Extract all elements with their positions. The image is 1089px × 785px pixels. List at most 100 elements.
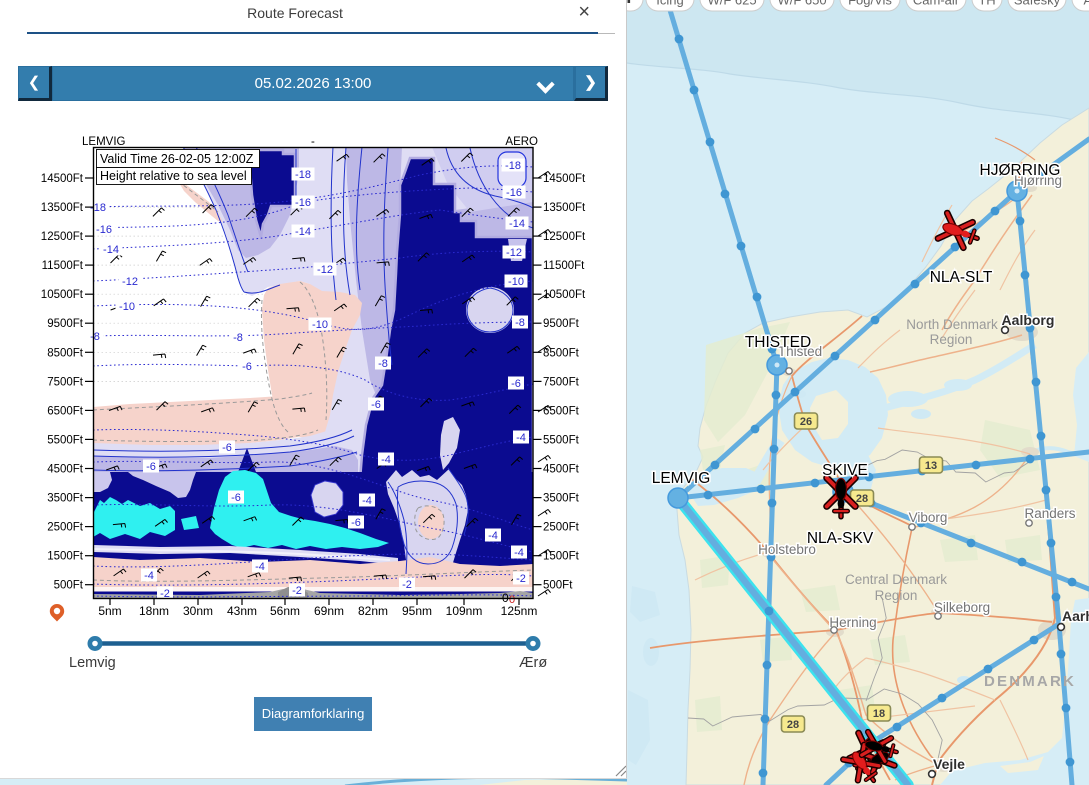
svg-text:-16: -16 [295, 197, 311, 209]
svg-text:W/F 625: W/F 625 [707, 0, 756, 8]
svg-text:28: 28 [787, 719, 799, 731]
svg-text:2500Ft: 2500Ft [47, 522, 84, 534]
svg-text:-14: -14 [509, 218, 525, 230]
svg-text:LEMVIG: LEMVIG [652, 470, 711, 487]
svg-text:-12: -12 [317, 264, 333, 276]
svg-text:-12: -12 [506, 247, 522, 259]
svg-text:-16: -16 [96, 224, 112, 236]
svg-text:2500Ft: 2500Ft [543, 522, 580, 534]
svg-text:North Denmark: North Denmark [906, 317, 998, 332]
svg-text:13500Ft: 13500Ft [543, 202, 586, 214]
svg-text:-: - [311, 136, 315, 148]
svg-text:28: 28 [856, 493, 868, 505]
svg-text:-8: -8 [90, 331, 100, 343]
svg-text:Vejle: Vejle [933, 756, 965, 772]
svg-text:14500Ft: 14500Ft [41, 173, 84, 185]
svg-text:-4: -4 [381, 454, 391, 466]
svg-text:-8: -8 [233, 332, 243, 344]
svg-text:-6: -6 [242, 361, 252, 373]
svg-text:Aalborg: Aalborg [1002, 312, 1055, 328]
svg-text:12500Ft: 12500Ft [543, 231, 586, 243]
svg-text:3500Ft: 3500Ft [47, 493, 84, 505]
svg-text:-16: -16 [506, 187, 522, 199]
svg-text:-12: -12 [122, 276, 138, 288]
svg-text:1500Ft: 1500Ft [543, 551, 580, 563]
svg-text:-10: -10 [312, 319, 328, 331]
svg-text:-18: -18 [505, 160, 521, 172]
svg-text:NLA-SLT: NLA-SLT [930, 269, 993, 286]
svg-text:5nm: 5nm [98, 604, 121, 618]
svg-text:5500Ft: 5500Ft [47, 434, 84, 446]
svg-text:13: 13 [925, 460, 937, 472]
svg-text:-4: -4 [516, 432, 526, 444]
svg-text:-4: -4 [255, 561, 265, 573]
svg-text:Region: Region [930, 332, 973, 347]
svg-text:Safesky: Safesky [1014, 0, 1061, 8]
svg-text:10500Ft: 10500Ft [41, 289, 84, 301]
svg-text:-8: -8 [378, 358, 388, 370]
svg-text:Aarhu: Aarhu [1062, 608, 1089, 624]
svg-text:30nm: 30nm [183, 604, 213, 618]
svg-text:Height relative to sea level: Height relative to sea level [100, 169, 247, 183]
svg-text:-2: -2 [292, 585, 302, 597]
svg-text:11500Ft: 11500Ft [42, 260, 84, 272]
svg-text:500Ft: 500Ft [543, 580, 573, 592]
svg-text:-10: -10 [119, 301, 135, 313]
svg-text:-18: -18 [295, 169, 311, 181]
svg-text:-6: -6 [146, 461, 156, 473]
svg-text:Region: Region [875, 588, 918, 603]
svg-text:-6: -6 [511, 378, 521, 390]
svg-text:-6: -6 [351, 517, 361, 529]
svg-text:18: 18 [873, 708, 885, 720]
svg-text:3500Ft: 3500Ft [543, 493, 580, 505]
svg-text:-4: -4 [362, 495, 372, 507]
svg-text:12500Ft: 12500Ft [41, 231, 84, 243]
svg-text:SKIVE: SKIVE [822, 462, 868, 479]
svg-text:THISTED: THISTED [745, 334, 811, 351]
svg-text:9500Ft: 9500Ft [47, 318, 84, 330]
svg-text:4500Ft: 4500Ft [47, 464, 84, 476]
svg-text:7500Ft: 7500Ft [47, 376, 84, 388]
svg-text:-10: -10 [508, 276, 524, 288]
svg-text:AERO: AERO [505, 136, 538, 148]
svg-text:43nm: 43nm [227, 604, 257, 618]
svg-text:-2: -2 [402, 579, 412, 591]
svg-text:56nm: 56nm [270, 604, 300, 618]
svg-text:-18: -18 [90, 202, 106, 214]
svg-text:14500Ft: 14500Ft [543, 173, 586, 185]
svg-text:18nm: 18nm [139, 604, 169, 618]
svg-text:6500Ft: 6500Ft [543, 405, 580, 417]
svg-text:Fog/Vis: Fog/Vis [848, 0, 892, 8]
svg-text:6500Ft: 6500Ft [47, 405, 84, 417]
svg-text:Silkeborg: Silkeborg [934, 600, 990, 615]
svg-text:5500Ft: 5500Ft [543, 434, 580, 446]
svg-text:TH: TH [978, 0, 995, 8]
svg-text:-4: -4 [144, 570, 154, 582]
svg-text:26: 26 [800, 416, 812, 428]
svg-text:-14: -14 [103, 244, 119, 256]
svg-text:8500Ft: 8500Ft [47, 347, 84, 359]
svg-text:95nm: 95nm [402, 604, 432, 618]
svg-text:13500Ft: 13500Ft [41, 202, 84, 214]
svg-text:8500Ft: 8500Ft [543, 347, 580, 359]
svg-text:Cam-air: Cam-air [913, 0, 960, 8]
svg-text:10500Ft: 10500Ft [543, 289, 586, 301]
svg-text:HJØRRING: HJØRRING [980, 162, 1061, 179]
svg-text:Viborg: Viborg [909, 510, 948, 525]
svg-text:-2: -2 [516, 573, 526, 585]
svg-text:1500Ft: 1500Ft [47, 551, 84, 563]
svg-text:W/F 650: W/F 650 [777, 0, 826, 8]
svg-text:Central Denmark: Central Denmark [845, 572, 947, 587]
svg-text:NLA-SKV: NLA-SKV [807, 530, 874, 547]
svg-text:-14: -14 [295, 226, 311, 238]
svg-text:11500Ft: 11500Ft [543, 260, 585, 272]
svg-text:-6: -6 [231, 492, 241, 504]
svg-text:-4: -4 [514, 547, 524, 559]
svg-text:7500Ft: 7500Ft [543, 376, 580, 388]
svg-text:69nm: 69nm [314, 604, 344, 618]
svg-text:AIS: AIS [1084, 0, 1089, 8]
svg-text:-8: -8 [515, 317, 525, 329]
svg-text:Icing: Icing [656, 0, 683, 8]
svg-text:Valid Time 26-02-05 12:00Z: Valid Time 26-02-05 12:00Z [100, 152, 254, 166]
svg-text:DENMARK: DENMARK [984, 673, 1076, 690]
